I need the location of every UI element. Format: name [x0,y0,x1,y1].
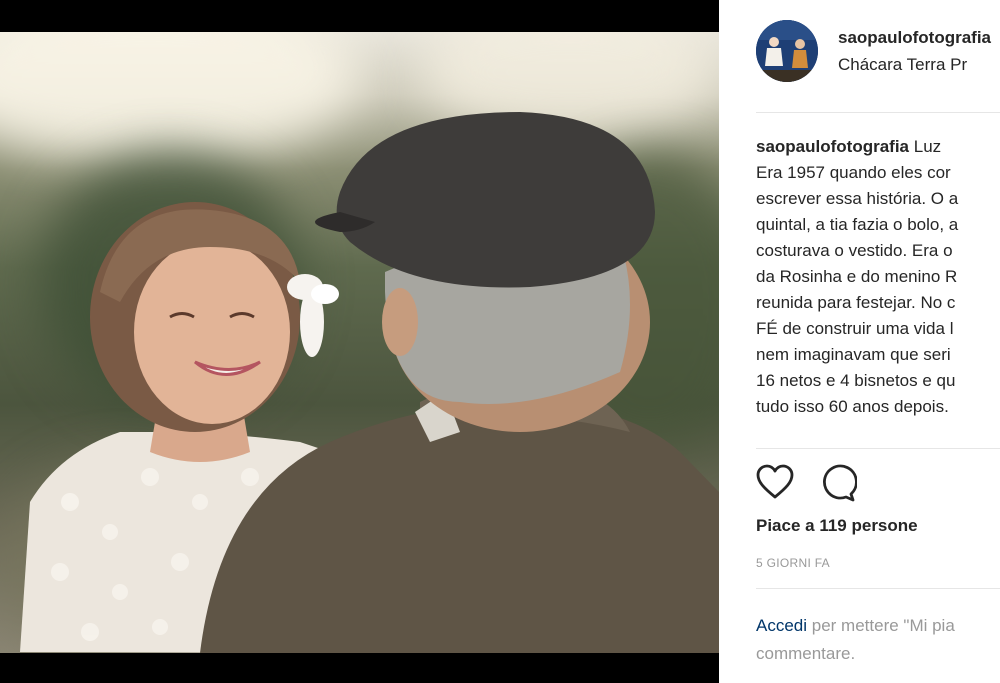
post-photo[interactable] [0,32,719,653]
post-sidebar: saopaulofotografia Chácara Terra Pr saop… [719,0,1000,683]
login-prompt-text: per mettere "Mi pia [807,616,955,635]
caption-text-line: costurava o vestido. Era o [756,241,953,260]
comment-icon[interactable] [819,464,859,504]
caption-divider [756,448,1000,449]
caption-text-line: FÉ de construir uma vida l [756,319,954,338]
caption-text-line: da Rosinha e do menino R [756,267,958,286]
photo-panel [0,0,719,683]
caption-text-line: nem imaginavam que seri [756,345,951,364]
avatar-image [756,20,818,82]
caption-first-line: saopaulofotografia Luz [756,134,1000,160]
login-prompt: Accedi per mettere "Mi pia commentare. [756,612,1000,668]
post-caption: saopaulofotografia Luz Era 1957 quando e… [756,134,1000,420]
caption-text-line: 16 netos e 4 bisnetos e qu [756,371,956,390]
caption-text-line: reunida para festejar. No c [756,293,956,312]
caption-author[interactable]: saopaulofotografia [756,137,909,156]
caption-text-line: Luz [913,137,942,156]
caption-text-line: tudo isso 60 anos depois. [756,397,949,416]
post-timestamp[interactable]: 5 GIORNI FA [756,556,830,570]
post-username[interactable]: saopaulofotografia [838,28,991,48]
caption-text-line: escrever essa história. O a [756,189,959,208]
like-count[interactable]: Piace a 119 persone [756,516,918,536]
header-divider [756,112,1000,113]
login-prompt-text-2: commentare. [756,644,856,663]
login-link[interactable]: Accedi [756,616,807,635]
man-figure [200,112,719,653]
footer-divider [756,588,1000,589]
profile-avatar[interactable] [756,20,818,82]
caption-text-line: quintal, a tia fazia o bolo, a [756,215,959,234]
caption-text-line: Era 1957 quando eles cor [756,163,951,182]
post-header: saopaulofotografia Chácara Terra Pr [756,20,1000,84]
post-location[interactable]: Chácara Terra Pr [838,55,967,75]
heart-icon[interactable] [756,464,796,504]
